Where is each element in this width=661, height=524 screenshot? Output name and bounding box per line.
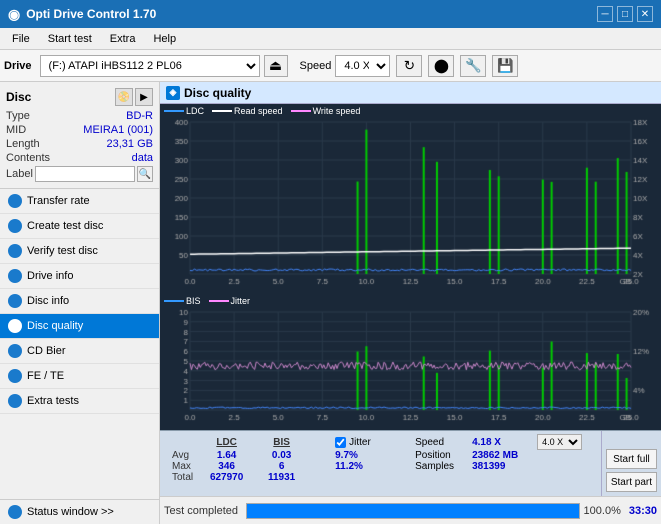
length-label: Length (6, 138, 40, 150)
total-bis: 11931 (254, 472, 309, 483)
menu-file[interactable]: File (4, 31, 38, 47)
legend-ldc: LDC (186, 106, 204, 116)
max-bis: 6 (254, 461, 309, 472)
type-value: BD-R (126, 110, 153, 122)
menubar: File Start test Extra Help (0, 28, 661, 50)
disc-quality-header: ◈ Disc quality (160, 82, 661, 104)
nav-drive-info[interactable]: Drive info (0, 264, 159, 289)
jitter-checkbox[interactable] (335, 437, 346, 448)
max-ldc: 346 (199, 461, 254, 472)
settings-button2[interactable]: 🔧 (460, 55, 486, 77)
avg-ldc: 1.64 (199, 450, 254, 461)
app-title: Opti Drive Control 1.70 (26, 7, 156, 21)
bottom-chart-canvas (160, 294, 661, 430)
legend-jitter: Jitter (231, 296, 251, 306)
main-content: ◈ Disc quality LDC Read speed (160, 82, 661, 524)
stats-bar: LDC BIS Jitter Speed 4.18 X (160, 430, 661, 496)
refresh-button[interactable]: ↻ (396, 55, 422, 77)
progress-bar-container (246, 503, 580, 519)
maximize-button[interactable]: □ (617, 6, 633, 22)
speed-test-select[interactable]: 4.0 X (537, 434, 582, 450)
total-ldc: 627970 (199, 472, 254, 483)
avg-jitter: 9.7% (329, 450, 409, 461)
position-label: Position (409, 450, 466, 461)
nav-verify-test-disc[interactable]: Verify test disc (0, 239, 159, 264)
disc-icon-1[interactable]: 📀 (115, 88, 133, 106)
bis-header: BIS (254, 434, 309, 450)
status-text: Test completed (164, 505, 238, 517)
bottom-bar: Test completed 100.0% 33:30 (160, 496, 661, 524)
minimize-button[interactable]: ─ (597, 6, 613, 22)
label-search-button[interactable]: 🔍 (137, 166, 153, 182)
nav-create-test-disc[interactable]: Create test disc (0, 214, 159, 239)
disc-title: Disc (6, 90, 31, 104)
samples-label: Samples (409, 461, 466, 472)
sidebar: Disc 📀 ▶ Type BD-R MID MEIRA1 (001) Leng… (0, 82, 160, 524)
menu-start-test[interactable]: Start test (40, 31, 100, 47)
max-label: Max (166, 461, 199, 472)
menu-extra[interactable]: Extra (102, 31, 144, 47)
nav-disc-info[interactable]: Disc info (0, 289, 159, 314)
speed-current: 4.18 X (466, 434, 531, 450)
completion-percent: 100.0% (584, 505, 621, 517)
nav-cd-bier[interactable]: CD Bier (0, 339, 159, 364)
contents-value: data (132, 152, 153, 164)
legend-write-speed: Write speed (313, 106, 361, 116)
titlebar: ◉ Opti Drive Control 1.70 ─ □ ✕ (0, 0, 661, 28)
disc-icon-2[interactable]: ▶ (135, 88, 153, 106)
elapsed-time: 33:30 (629, 505, 657, 517)
contents-label: Contents (6, 152, 50, 164)
nav-fe-te[interactable]: FE / TE (0, 364, 159, 389)
label-input[interactable] (35, 166, 135, 182)
top-chart-container: LDC Read speed Write speed (160, 104, 661, 294)
drive-label: Drive (4, 60, 32, 72)
eject-button[interactable]: ⏏ (264, 55, 288, 77)
save-button[interactable]: 💾 (492, 55, 518, 77)
mid-value: MEIRA1 (001) (83, 124, 153, 136)
total-label: Total (166, 472, 199, 483)
dq-title: Disc quality (184, 86, 251, 100)
speed-label: Speed (300, 60, 332, 72)
length-value: 23,31 GB (107, 138, 153, 150)
avg-label: Avg (166, 450, 199, 461)
nav-transfer-rate[interactable]: Transfer rate (0, 189, 159, 214)
legend-bis: BIS (186, 296, 201, 306)
legend-read-speed: Read speed (234, 106, 283, 116)
top-chart-canvas (160, 104, 661, 294)
max-jitter: 11.2% (329, 461, 409, 472)
drive-toolbar: Drive (F:) ATAPI iHBS112 2 PL06 ⏏ Speed … (0, 50, 661, 82)
app-icon: ◉ (8, 6, 20, 23)
close-button[interactable]: ✕ (637, 6, 653, 22)
position-value: 23862 MB (466, 450, 531, 461)
drive-select[interactable]: (F:) ATAPI iHBS112 2 PL06 (40, 55, 260, 77)
start-part-button[interactable]: Start part (606, 472, 657, 492)
speed-select[interactable]: 4.0 X (335, 55, 390, 77)
nav-disc-quality[interactable]: Disc quality (0, 314, 159, 339)
settings-button1[interactable]: ⬤ (428, 55, 454, 77)
samples-value: 381399 (466, 461, 531, 472)
dq-icon: ◈ (166, 86, 180, 100)
nav-extra-tests[interactable]: Extra tests (0, 389, 159, 414)
avg-bis: 0.03 (254, 450, 309, 461)
speed-header: Speed (409, 434, 466, 450)
jitter-label: Jitter (349, 437, 371, 448)
bottom-chart-container: BIS Jitter (160, 294, 661, 430)
label-key: Label (6, 168, 33, 180)
ldc-header: LDC (199, 434, 254, 450)
menu-help[interactable]: Help (145, 31, 184, 47)
type-label: Type (6, 110, 30, 122)
mid-label: MID (6, 124, 26, 136)
start-full-button[interactable]: Start full (606, 449, 657, 469)
progress-bar-fill (247, 504, 579, 518)
status-window-button[interactable]: Status window >> (0, 499, 159, 524)
